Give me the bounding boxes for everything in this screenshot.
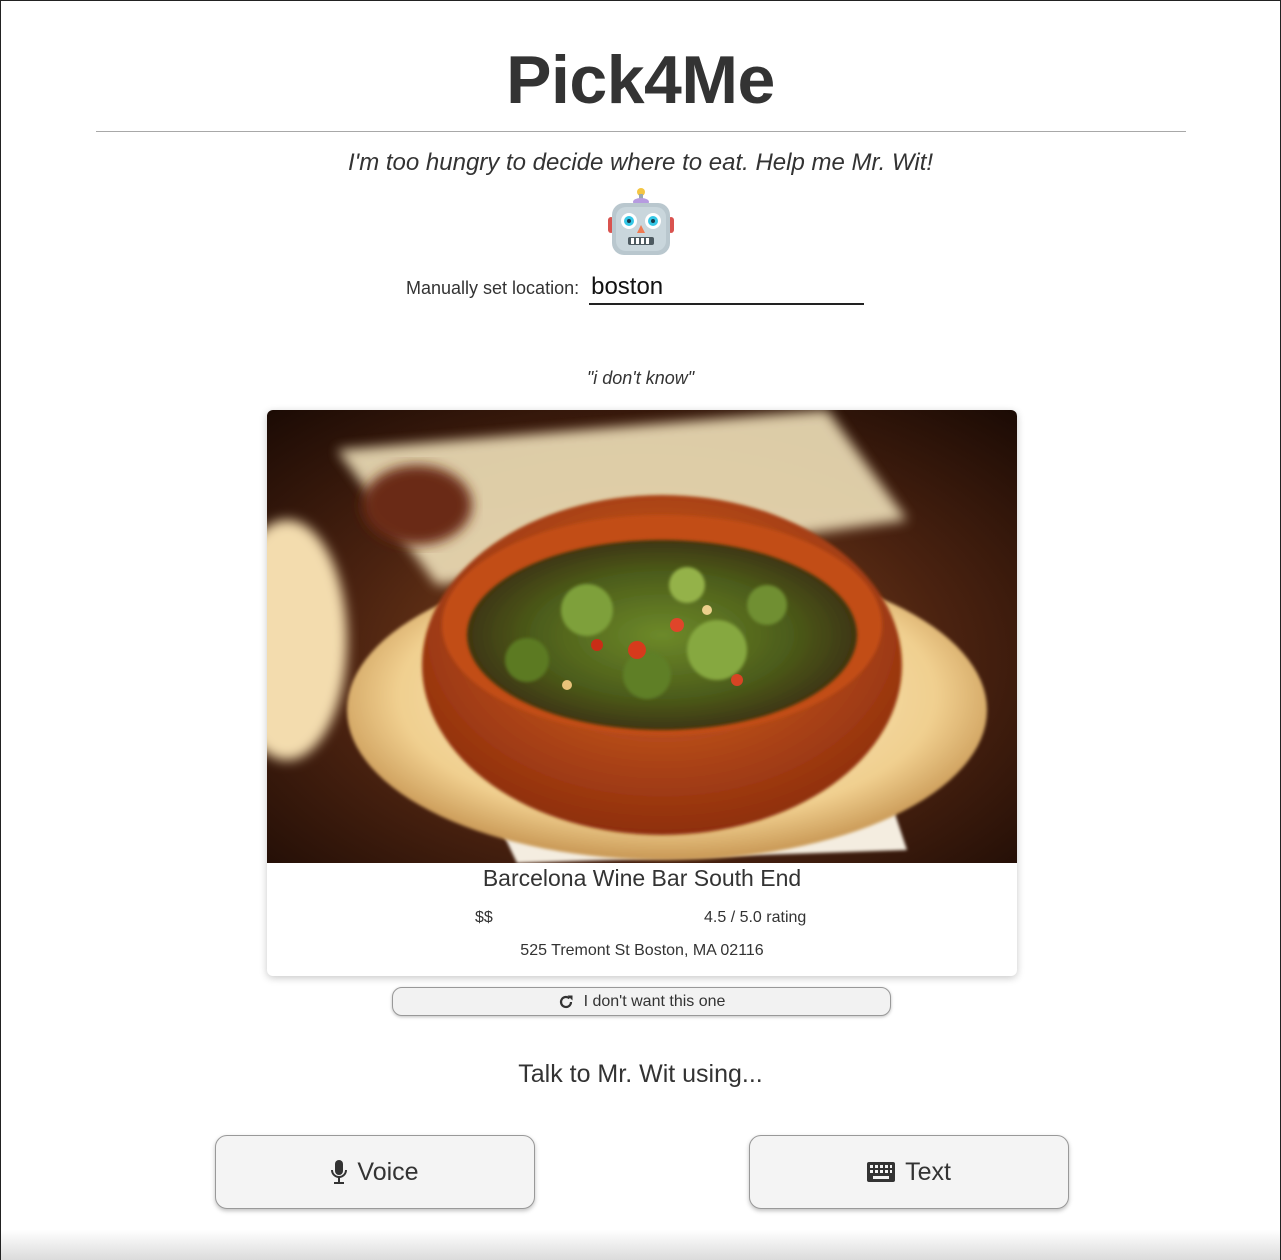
talk-heading: Talk to Mr. Wit using... [518, 1060, 763, 1088]
robot-icon [608, 188, 674, 255]
voice-label: Voice [357, 1157, 419, 1186]
price-level: $$ [475, 909, 493, 926]
title-divider [96, 131, 1186, 132]
food-photo [267, 410, 1017, 863]
reject-restaurant-label: I don't want this one [583, 992, 726, 1010]
keyboard-icon [867, 1162, 896, 1182]
location-input[interactable] [589, 271, 865, 305]
restaurant-name[interactable]: Barcelona Wine Bar South End [267, 865, 1017, 892]
address: 525 Tremont St Boston, MA 02116 [520, 942, 764, 959]
text-button[interactable]: Text [749, 1135, 1069, 1209]
rating: 4.5 / 5.0 rating [704, 909, 807, 926]
refresh-icon [559, 995, 573, 1008]
location-label: Manually set location: [406, 278, 580, 298]
bottom-fade [1, 1230, 1280, 1260]
reject-restaurant-button[interactable]: I don't want this one [392, 987, 891, 1016]
query-quote: "i don't know" [586, 368, 695, 388]
app-title: Pick4Me [506, 42, 775, 118]
tagline: I'm too hungry to decide where to eat. H… [347, 149, 934, 176]
voice-button[interactable]: Voice [215, 1135, 535, 1209]
text-label: Text [905, 1157, 951, 1186]
location-row: Manually set location: [406, 269, 865, 305]
microphone-icon [331, 1160, 348, 1184]
restaurant-card: Barcelona Wine Bar South End $$ 4.5 / 5.… [267, 410, 1017, 976]
